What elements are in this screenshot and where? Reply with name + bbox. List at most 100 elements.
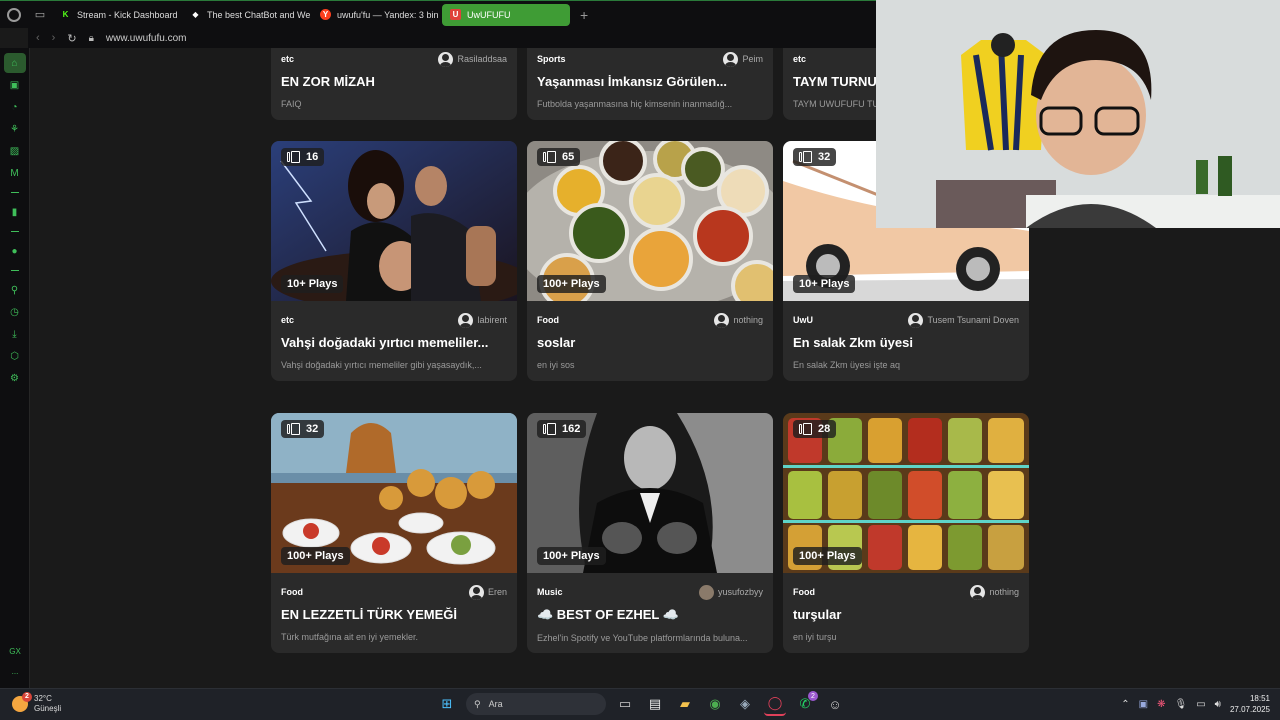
gx-control-icon[interactable]: ▣ — [4, 75, 26, 95]
address-bar: ‹ › ↻ 🔒︎ www.uwufufu.com — [28, 28, 876, 48]
tab-uwufufu[interactable]: U UwUFUFU — [442, 3, 570, 26]
back-icon[interactable]: ‹ — [36, 32, 40, 44]
quiz-card[interactable]: etc Rasiladdsaa EN ZOR MİZAH FAIQ — [271, 48, 517, 120]
author-avatar-icon — [908, 312, 924, 328]
quiz-card[interactable]: Sports Peim Yaşanması İmkansız Görülen..… — [527, 48, 773, 120]
sidebar-divider — [10, 231, 19, 232]
tray-app-icon[interactable]: ▣ — [1139, 699, 1148, 710]
card-thumbnail[interactable]: 162 100+ Plays — [527, 413, 773, 573]
yandex-icon: Y — [320, 9, 331, 20]
card-title[interactable]: En salak Zkm üyesi — [793, 335, 1019, 350]
card-thumbnail[interactable]: 32 100+ Plays — [271, 413, 517, 573]
options-count-badge: 32 — [793, 148, 837, 166]
webcam-overlay — [876, 0, 1280, 228]
new-tab-button[interactable]: + — [572, 7, 596, 23]
plays-badge: 100+ Plays — [537, 275, 606, 293]
options-count-badge: 162 — [537, 420, 587, 438]
url-field[interactable]: www.uwufufu.com — [106, 33, 187, 44]
card-author[interactable]: Rasiladdsaa — [457, 54, 507, 64]
chevron-up-icon[interactable]: ⌃ — [1121, 699, 1129, 710]
card-thumbnail[interactable]: 65 100+ Plays — [527, 141, 773, 301]
card-title[interactable]: Vahşi doğadaki yırtıcı memeliler... — [281, 335, 507, 350]
windows-start-icon[interactable]: ⊞ — [436, 692, 458, 716]
pin-icon[interactable]: ⚲ — [4, 280, 26, 300]
tab-yandex[interactable]: Y uwufu'fu — Yandex: 3 bin — [312, 4, 440, 26]
card-description: FAIQ — [281, 99, 302, 109]
card-description: en iyi sos — [537, 360, 575, 370]
options-count-badge: 65 — [537, 148, 581, 166]
cards-icon — [287, 151, 300, 163]
steam-icon[interactable]: ◈ — [734, 692, 756, 716]
card-author[interactable]: yusufozbyy — [718, 587, 763, 597]
forward-icon[interactable]: › — [52, 32, 56, 44]
tray-app-icon[interactable]: ❋ — [1157, 699, 1165, 710]
card-description: Vahşi doğadaki yırtıcı memeliler gibi ya… — [281, 360, 482, 370]
author-avatar-icon — [458, 312, 474, 328]
card-title[interactable]: turşular — [793, 607, 1019, 622]
volume-icon[interactable]: 🔊︎ — [1215, 699, 1221, 710]
tab-islands-icon[interactable]: ▭ — [28, 1, 52, 29]
mods-icon[interactable]: M — [4, 163, 26, 183]
store-icon[interactable]: ⚘ — [4, 119, 26, 139]
history-icon[interactable]: ◷ — [4, 302, 26, 322]
search-icon: ⚲ — [474, 698, 481, 709]
card-title[interactable]: EN ZOR MİZAH — [281, 74, 507, 89]
plays-badge: 100+ Plays — [537, 547, 606, 565]
quiz-card[interactable]: 16 10+ Plays etc labirent Vahşi doğadaki… — [271, 141, 517, 381]
browser-sidebar: ⌂ ▣ ◔ ⚘ ▨ M ▮ ● ⚲ ◷ ⤓ ⬡ ⚙ GX ... — [0, 48, 30, 688]
home-icon[interactable]: ⌂ — [3, 53, 26, 73]
microphone-icon[interactable]: 🎙︎ — [1174, 699, 1187, 710]
card-author[interactable]: labirent — [477, 315, 507, 325]
author-avatar-icon — [714, 312, 730, 328]
quiz-card[interactable]: 65 100+ Plays Food nothing soslar en iyi… — [527, 141, 773, 381]
author-avatar-icon — [438, 51, 454, 67]
taskbar-search[interactable]: ⚲ Ara — [466, 693, 606, 715]
gx-corner-icon[interactable]: ◔ — [4, 97, 26, 117]
weather-widget[interactable]: 2 32°C Güneşli — [12, 692, 61, 714]
card-author[interactable]: Peim — [742, 54, 763, 64]
card-author[interactable]: nothing — [989, 587, 1019, 597]
tab-kick-dashboard[interactable]: K Stream - Kick Dashboard — [52, 4, 180, 26]
file-explorer-icon[interactable]: ▰ — [674, 692, 696, 716]
downloads-icon[interactable]: ⤓ — [4, 324, 26, 344]
discord-icon[interactable]: ☺ — [824, 692, 846, 716]
card-title[interactable]: soslar — [537, 335, 763, 350]
quiz-card[interactable]: 32 100+ Plays Food Eren EN LEZZETLİ TÜRK… — [271, 413, 517, 653]
whatsapp-icon[interactable]: ✆ 2 — [794, 691, 818, 716]
more-icon[interactable]: ... — [0, 662, 30, 682]
opera-gx-menu-icon[interactable] — [0, 1, 28, 29]
card-title[interactable]: EN LEZZETLİ TÜRK YEMEĞİ — [281, 607, 507, 622]
card-title[interactable]: Yaşanması İmkansız Görülen... — [537, 74, 763, 89]
twitch-icon[interactable]: ▮ — [4, 202, 26, 222]
cards-icon — [287, 423, 300, 435]
card-author[interactable]: Eren — [488, 587, 507, 597]
card-category: UwU — [793, 315, 813, 325]
chrome-icon[interactable]: ◉ — [704, 692, 726, 716]
reload-icon[interactable]: ↻ — [67, 32, 76, 45]
clock-time: 18:51 — [1249, 694, 1270, 703]
card-author[interactable]: nothing — [733, 315, 763, 325]
quiz-card[interactable]: 28 100+ Plays Food nothing turşular en i… — [783, 413, 1029, 653]
card-category: Sports — [537, 54, 566, 64]
card-title[interactable]: ☁️ BEST OF EZHEL ☁️ — [537, 607, 763, 623]
tab-chatbot[interactable]: ◆ The best ChatBot and Web — [182, 4, 310, 26]
display-icon[interactable]: ▭ — [1196, 699, 1205, 710]
card-thumbnail[interactable]: 28 100+ Plays — [783, 413, 1029, 573]
cards-icon — [543, 423, 556, 435]
cleaner-icon[interactable]: ▨ — [4, 141, 26, 161]
extensions-icon[interactable]: ⬡ — [4, 346, 26, 366]
task-view-icon[interactable]: ▭ — [614, 692, 636, 716]
opera-gx-icon[interactable]: ◯ — [764, 692, 786, 716]
clock[interactable]: 18:51 27.07.2025 — [1230, 693, 1270, 715]
spotify-icon[interactable]: ● — [4, 241, 26, 261]
settings-icon[interactable]: ⚙ — [4, 368, 26, 388]
plays-badge: 10+ Plays — [793, 275, 856, 293]
card-thumbnail[interactable]: 16 10+ Plays — [271, 141, 517, 301]
quiz-card[interactable]: 162 100+ Plays Music yusufozbyy ☁️ BEST … — [527, 413, 773, 653]
terminal-icon[interactable]: ▤ — [644, 692, 666, 716]
author-avatar-icon — [468, 584, 484, 600]
lock-icon: 🔒︎ — [88, 32, 94, 44]
card-description: Futbolda yaşanmasına hiç kimsenin inanma… — [537, 99, 733, 109]
plays-badge: 10+ Plays — [281, 275, 344, 293]
card-author[interactable]: Tusem Tsunami Doven — [927, 315, 1019, 325]
